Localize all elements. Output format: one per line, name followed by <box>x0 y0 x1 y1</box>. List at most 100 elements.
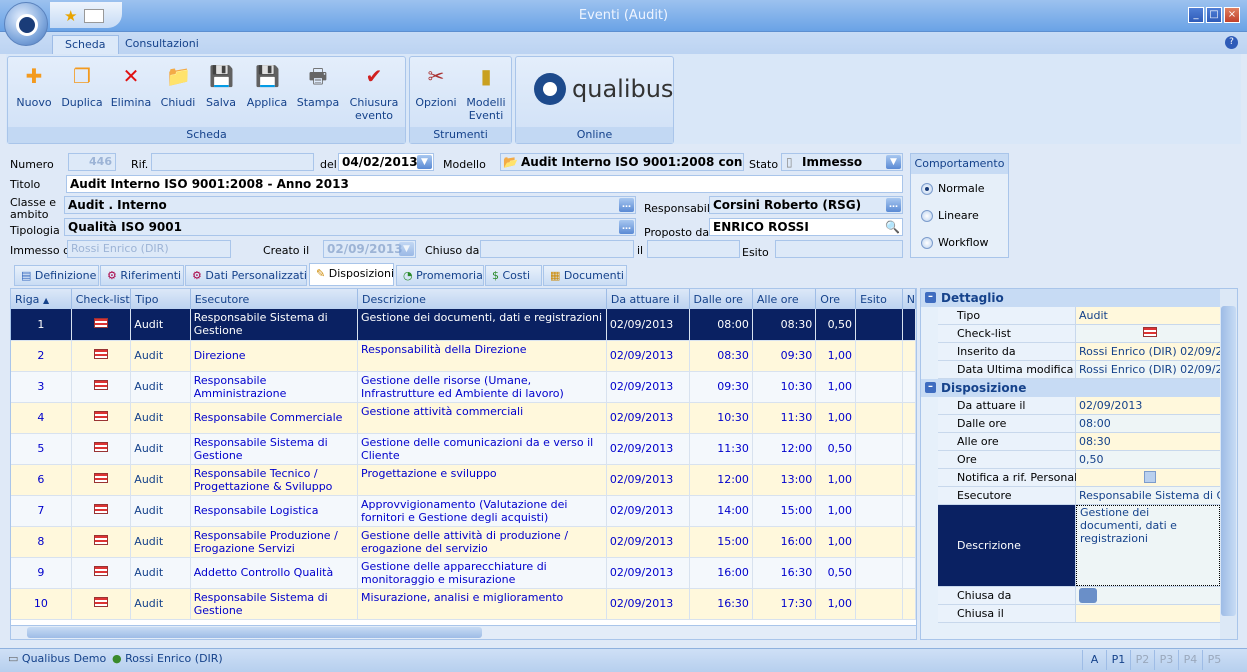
cell-tipo[interactable]: Audit <box>130 495 191 527</box>
cell-riga[interactable]: 9 <box>11 557 72 589</box>
modello-field[interactable]: 📂Audit Interno ISO 9001:2008 con più di <box>500 153 744 171</box>
cell-ore[interactable]: 1,00 <box>815 340 857 372</box>
cell-da-attuare-il[interactable]: 02/09/2013 <box>606 588 690 620</box>
chiusura-evento-button[interactable]: ✔ Chiusura evento <box>347 64 401 122</box>
table-row[interactable]: 9 Audit Addetto Controllo Qualità Gestione … <box>11 557 916 589</box>
column-header[interactable]: Tipo <box>130 289 191 309</box>
property-row[interactable]: Chiusa da <box>938 587 1220 605</box>
cell-descrizione[interactable]: Gestione delle apparecchiature di monito… <box>357 557 607 589</box>
scroll-thumb[interactable] <box>27 627 482 638</box>
property-value[interactable]: Responsabile Sistema di G <box>1076 487 1220 504</box>
cell-esecutore[interactable]: Responsabile Amministrazione <box>190 371 359 403</box>
cell-check-list[interactable] <box>71 495 132 527</box>
cell-descrizione[interactable]: Responsabilità della Direzione <box>357 340 607 372</box>
vertical-scrollbar[interactable] <box>1220 289 1237 639</box>
cell-tipo[interactable]: Audit <box>130 433 191 465</box>
cell-dalle-ore[interactable]: 12:00 <box>689 464 753 496</box>
property-value[interactable]: 02/09/2013 <box>1076 397 1220 414</box>
app-menu-button[interactable] <box>4 2 48 46</box>
cell-esito[interactable] <box>855 495 903 527</box>
property-row[interactable]: Notifica a rif. Personale <box>938 469 1220 487</box>
salva-button[interactable]: 💾 Salva <box>198 64 244 109</box>
cell-descrizione[interactable]: Gestione attività commerciali <box>357 402 607 434</box>
cell-riga[interactable]: 10 <box>11 588 72 620</box>
cell-esito[interactable] <box>855 557 903 589</box>
minimize-button[interactable]: _ <box>1188 7 1204 23</box>
cell-tipo[interactable]: Audit <box>130 371 191 403</box>
cell-da-attuare-il[interactable]: 02/09/2013 <box>606 526 690 558</box>
cell-esito[interactable] <box>855 588 903 620</box>
property-value[interactable]: 0,50 <box>1076 451 1220 468</box>
level-p2[interactable]: P2 <box>1130 650 1154 670</box>
cell-da-attuare-il[interactable]: 02/09/2013 <box>606 495 690 527</box>
cell-tipo[interactable]: Audit <box>130 526 191 558</box>
cell-riga[interactable]: 2 <box>11 340 72 372</box>
cell-esito[interactable] <box>855 309 903 341</box>
property-value[interactable]: Audit <box>1076 307 1220 324</box>
tab-documenti[interactable]: ▦ Documenti <box>543 265 627 286</box>
classe-field[interactable]: Audit . Interno… <box>64 196 636 214</box>
cell-check-list[interactable] <box>71 309 132 341</box>
cell-descrizione[interactable]: Misurazione, analisi e miglioramento <box>357 588 607 620</box>
radio-normale[interactable]: Normale <box>921 182 985 195</box>
cell-esecutore[interactable]: Responsabile Sistema di Gestione <box>190 309 359 341</box>
help-icon[interactable]: ? <box>1225 36 1238 49</box>
property-row[interactable]: Chiusa il <box>938 605 1220 623</box>
cell-esito[interactable] <box>855 526 903 558</box>
property-value[interactable] <box>1076 605 1220 622</box>
column-header[interactable]: Ore <box>815 289 857 309</box>
column-header[interactable]: N <box>902 289 916 309</box>
cell-dalle-ore[interactable]: 14:00 <box>689 495 753 527</box>
cell-riga[interactable]: 1 <box>11 309 72 341</box>
duplica-button[interactable]: ❐ Duplica <box>59 64 105 109</box>
property-row[interactable]: Esecutore Responsabile Sistema di G <box>938 487 1220 505</box>
proposto-field[interactable]: ENRICO ROSSI 🔍 <box>709 218 903 236</box>
radio-workflow[interactable]: Workflow <box>921 236 989 249</box>
column-header[interactable]: Alle ore <box>752 289 817 309</box>
section-dettaglio[interactable]: Dettaglio <box>921 289 1220 307</box>
stampa-button[interactable]: 🖶 Stampa <box>295 64 341 109</box>
stato-select[interactable]: ▯ Immesso ▼ <box>781 153 903 171</box>
cell-riga[interactable]: 5 <box>11 433 72 465</box>
cell-ore[interactable]: 1,00 <box>815 371 857 403</box>
cell-ore[interactable]: 0,50 <box>815 433 857 465</box>
cell-descrizione[interactable]: Gestione delle risorse (Umane, Infrastru… <box>357 371 607 403</box>
cell-descrizione[interactable]: Gestione delle comunicazioni da e verso … <box>357 433 607 465</box>
property-row[interactable]: Tipo Audit <box>938 307 1220 325</box>
column-header[interactable]: Esecutore <box>190 289 359 309</box>
tab-promemoria[interactable]: ◔ Promemoria <box>396 265 484 286</box>
chiudi-button[interactable]: 📁 Chiudi <box>155 64 201 109</box>
radio-lineare[interactable]: Lineare <box>921 209 979 222</box>
property-row[interactable]: Check-list <box>938 325 1220 343</box>
cell-esito[interactable] <box>855 402 903 434</box>
rif-field[interactable] <box>151 153 314 171</box>
column-header[interactable]: Check-list <box>71 289 132 309</box>
cell-da-attuare-il[interactable]: 02/09/2013 <box>606 371 690 403</box>
elimina-button[interactable]: ✕ Elimina <box>108 64 154 109</box>
cell-descrizione[interactable]: Approvvigionamento (Valutazione dei forn… <box>357 495 607 527</box>
property-row[interactable]: Dalle ore 08:00 <box>938 415 1220 433</box>
cell-ore[interactable]: 1,00 <box>815 526 857 558</box>
column-header[interactable]: Da attuare il <box>606 289 690 309</box>
cell-ore[interactable]: 0,50 <box>815 557 857 589</box>
tab-definizione[interactable]: ▤ Definizione <box>14 265 99 286</box>
level-a[interactable]: A <box>1082 650 1106 670</box>
cell-esito[interactable] <box>855 340 903 372</box>
cell-alle-ore[interactable]: 09:30 <box>752 340 817 372</box>
cell-esecutore[interactable]: Responsabile Logistica <box>190 495 359 527</box>
cell-ore[interactable]: 0,50 <box>815 309 857 341</box>
property-value[interactable]: Rossi Enrico (DIR) 02/09/20 <box>1076 361 1220 378</box>
cell-dalle-ore[interactable]: 09:30 <box>689 371 753 403</box>
close-button[interactable]: × <box>1224 7 1240 23</box>
cell-descrizione[interactable]: Gestione dei documenti, dati e registraz… <box>357 309 607 341</box>
column-header[interactable]: Dalle ore <box>689 289 753 309</box>
cell-dalle-ore[interactable]: 15:00 <box>689 526 753 558</box>
level-p3[interactable]: P3 <box>1154 650 1178 670</box>
cell-ore[interactable]: 1,00 <box>815 402 857 434</box>
cell-alle-ore[interactable]: 10:30 <box>752 371 817 403</box>
cell-dalle-ore[interactable]: 16:00 <box>689 557 753 589</box>
cell-esecutore[interactable]: Direzione <box>190 340 359 372</box>
cell-riga[interactable]: 8 <box>11 526 72 558</box>
del-date-field[interactable]: 04/02/2013 ▼ <box>338 153 434 171</box>
cell-check-list[interactable] <box>71 340 132 372</box>
